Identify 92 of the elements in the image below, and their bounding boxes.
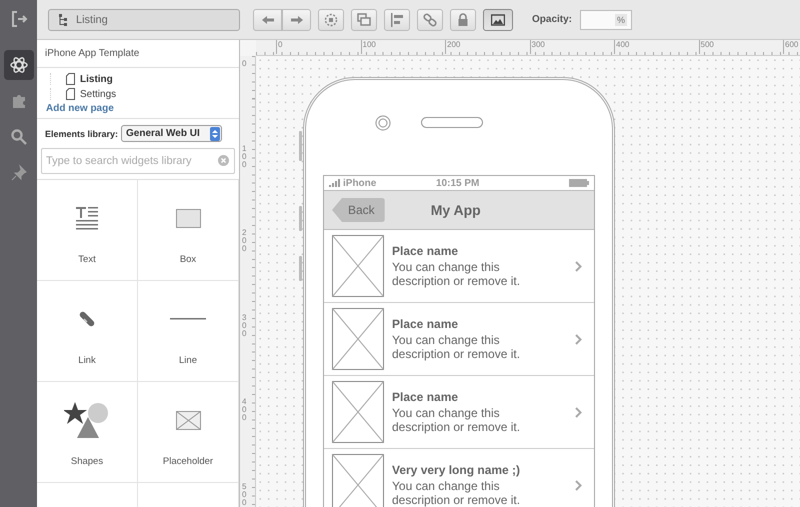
lock-icon <box>456 12 470 26</box>
add-page-link[interactable]: Add new page <box>46 103 114 114</box>
place-description: You can change this description or remove it. <box>392 406 522 434</box>
widget-tile[interactable]: Box <box>138 180 239 281</box>
page-item[interactable]: Listing <box>50 73 239 85</box>
signal-bars-icon <box>329 179 341 187</box>
widget-label: Link <box>78 355 96 366</box>
widget-label: Placeholder <box>162 456 214 467</box>
exit-icon <box>10 10 28 28</box>
line-icon <box>170 317 206 321</box>
ruler-label: 300 <box>242 314 248 338</box>
chevron-right-icon <box>575 406 582 418</box>
rail-button[interactable] <box>4 50 34 80</box>
image-placeholder <box>332 235 384 297</box>
box-icon <box>176 208 200 228</box>
ruler-label: 200 <box>445 40 460 54</box>
clear-icon[interactable] <box>218 155 229 166</box>
camera-icon <box>375 115 391 131</box>
undo-button[interactable] <box>253 8 282 30</box>
chevron-right-icon <box>575 480 582 490</box>
redo-button[interactable] <box>282 8 311 30</box>
ruler-label: 400 <box>242 398 248 422</box>
ruler-label: 0 <box>276 40 282 54</box>
place-name: Place name <box>392 390 460 404</box>
place-description: You can change this description or remove it. <box>392 333 522 361</box>
widget-search-field[interactable]: Type to search widgets library <box>41 148 235 174</box>
widget-tile[interactable]: Text <box>37 180 138 281</box>
list-row[interactable]: Place name You can change this description or remove it. <box>324 376 594 449</box>
chevron-right-icon <box>575 334 582 344</box>
image-button[interactable] <box>483 8 513 30</box>
place-name: Very very long name ;) <box>392 463 522 477</box>
dashed-selection-icon <box>324 12 338 26</box>
shapes-icon <box>64 401 110 439</box>
widget-label: Box <box>180 254 196 265</box>
widget-tile[interactable]: Shapes <box>37 382 138 483</box>
widget-label: Text <box>78 254 96 265</box>
text-lines-icon <box>76 206 98 230</box>
duplicate-button[interactable] <box>351 8 377 30</box>
page-icon <box>66 88 75 100</box>
place-name: Place name <box>392 317 460 331</box>
place-description: You can change this description or remove it. <box>392 260 522 288</box>
pin-icon <box>10 164 28 182</box>
place-description: You can change this description or remove it. <box>392 479 522 507</box>
library-dropdown[interactable]: General Web UI <box>121 125 222 142</box>
ruler-label: 100 <box>242 144 248 168</box>
align-button[interactable] <box>384 8 410 30</box>
list-row[interactable]: Place name You can change this description or remove it. <box>324 230 594 303</box>
ruler-label: 0 <box>242 60 248 68</box>
place-name: Place name <box>392 244 460 258</box>
stacked-squares-icon <box>357 12 371 26</box>
ruler-label: 400 <box>614 40 630 54</box>
battery-icon <box>568 179 589 187</box>
opacity-field[interactable]: % <box>580 10 632 30</box>
atom-icon <box>10 56 28 74</box>
tree-icon <box>59 14 69 26</box>
image-placeholder <box>332 381 384 443</box>
status-time: 10:15 PM <box>436 178 480 188</box>
image-placeholder-icon <box>176 410 200 430</box>
percent-sign: % <box>615 14 628 26</box>
screen-title: My App <box>430 202 481 218</box>
breadcrumb-text: Listing <box>76 14 108 26</box>
ruler-label: 200 <box>242 229 248 253</box>
align-left-icon <box>390 12 404 26</box>
chevron-right-icon <box>575 260 582 272</box>
breadcrumb-field[interactable]: Listing <box>48 8 240 30</box>
page-item[interactable]: Settings <box>50 88 239 100</box>
image-placeholder <box>332 308 384 370</box>
list-row[interactable]: Place name You can change this description or remove it. <box>324 303 594 376</box>
search-icon <box>10 128 28 146</box>
widget-tile[interactable]: Line <box>138 281 239 382</box>
ruler-label: 500 <box>242 482 248 506</box>
ruler-label: 600 <box>783 40 798 54</box>
link-button[interactable] <box>417 8 443 30</box>
widget-label: Shapes <box>70 456 104 467</box>
chain-link-icon <box>423 12 437 26</box>
updown-arrows-icon <box>210 126 220 140</box>
carrier-text: iPhone <box>343 178 376 188</box>
opacity-label: Opacity: <box>532 14 572 25</box>
widget-tile[interactable]: Placeholder <box>138 382 239 483</box>
library-label: Elements library: <box>45 128 118 138</box>
group-button[interactable] <box>318 8 344 30</box>
project-title: iPhone App Template <box>37 40 239 68</box>
page-icon <box>66 73 75 85</box>
widget-label: Line <box>179 355 197 366</box>
list-row[interactable]: Very very long name ;) You can change this description or remove it. <box>324 449 594 507</box>
ruler-label: 300 <box>530 40 545 54</box>
ruler-label: 500 <box>698 40 714 54</box>
picture-icon <box>491 12 505 26</box>
lock-button[interactable] <box>450 8 476 30</box>
ruler-label: 100 <box>360 40 376 54</box>
speaker-grille <box>421 117 483 128</box>
widget-tile[interactable]: Link <box>37 281 138 382</box>
